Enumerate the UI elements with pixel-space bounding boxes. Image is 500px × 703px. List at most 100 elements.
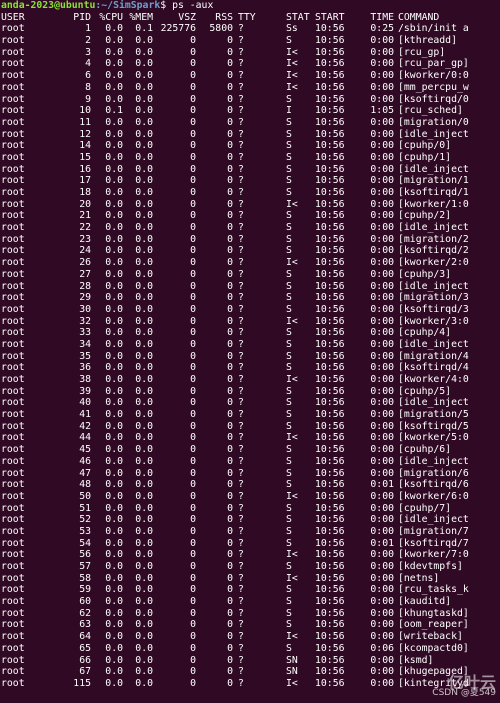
cell-stat: I< [286, 70, 298, 82]
cell-start: 10:56 [315, 338, 345, 350]
cell-start: 10:56 [315, 350, 345, 362]
cell-vsz: 0 [190, 596, 196, 608]
cell-stat: S [286, 292, 292, 304]
cell-command: [ksoftirqd/4 [398, 362, 469, 374]
cell-rss: 0 [227, 233, 233, 245]
cell-rss: 0 [227, 619, 233, 631]
cell-pid: 24 [79, 245, 91, 257]
cell-rss: 0 [227, 151, 233, 163]
cell-mem: 0.0 [135, 268, 153, 280]
cell-mem: 0.0 [135, 338, 153, 350]
cell-mem: 0.1 [135, 23, 153, 35]
cell-stat: I< [286, 631, 298, 643]
cell-rss: 0 [227, 596, 233, 608]
cell-tty: ? [238, 163, 244, 175]
cell-mem: 0.0 [135, 420, 153, 432]
cell-vsz: 0 [190, 432, 196, 444]
cell-time: 0:00 [370, 210, 394, 222]
cell-time: 0:00 [370, 362, 394, 374]
cell-mem: 0.0 [135, 58, 153, 70]
process-row: root 2 0.0 0.0 0 0? S 10:56 0:00 [kthreadd] [1, 35, 500, 47]
cell-start: 10:56 [315, 467, 345, 479]
cell-time: 0:00 [370, 116, 394, 128]
cell-vsz: 0 [190, 490, 196, 502]
cell-vsz: 0 [190, 210, 196, 222]
cell-start: 10:56 [315, 561, 345, 572]
cell-mem: 0.0 [135, 315, 153, 327]
cell-stat: S [286, 455, 292, 467]
terminal-window[interactable]: anda-2023@ubuntu:~/SimSpark $ ps -aux USE… [0, 0, 500, 703]
cell-vsz: 0 [190, 175, 196, 187]
cell-command: [ksmd] [398, 654, 434, 666]
cell-start: 10:56 [315, 537, 345, 549]
cell-vsz: 0 [190, 502, 196, 514]
cell-mem: 0.0 [135, 198, 153, 210]
cell-mem: 0.0 [135, 467, 153, 479]
cell-pid: 45 [79, 444, 91, 456]
cell-command: [idle_inject [398, 280, 469, 292]
header-pid: PID [73, 11, 91, 23]
cell-vsz: 0 [190, 642, 196, 654]
cell-pid: 8 [85, 81, 91, 93]
cell-tty: ? [238, 642, 244, 654]
process-row: root 47 0.0 0.0 0 0? S 10:56 0:00 [migration/6 [1, 468, 500, 480]
cell-rss: 0 [227, 128, 233, 140]
cell-command: [migration/5 [398, 409, 469, 421]
cell-pid: 18 [79, 187, 91, 198]
cell-start: 10:56 [315, 210, 345, 222]
cell-tty: ? [238, 222, 244, 234]
process-row: root 50 0.0 0.0 0 0? I< 10:56 0:00 [kworker/6:0 [1, 491, 500, 503]
cell-user: root [1, 654, 25, 666]
cell-stat: S [286, 479, 292, 491]
header-stat: STAT [286, 11, 310, 23]
cell-user: root [1, 58, 25, 70]
cell-tty: ? [238, 631, 244, 643]
cell-cpu: 0.0 [105, 502, 123, 514]
cell-time: 0:00 [370, 70, 394, 82]
cell-tty: ? [238, 537, 244, 549]
cell-time: 0:00 [370, 444, 394, 456]
process-row: root 54 0.0 0.0 0 0? S 10:56 0:01 [ksoftirqd/7 [1, 538, 500, 550]
cell-start: 10:56 [315, 140, 345, 152]
cell-user: root [1, 642, 25, 654]
cell-rss: 0 [227, 584, 233, 596]
cell-command: [idle_inject [398, 128, 469, 140]
cell-user: root [1, 338, 25, 350]
cell-rss: 0 [227, 268, 233, 280]
cell-vsz: 0 [190, 525, 196, 537]
cell-vsz: 0 [190, 654, 196, 666]
cell-command: [migration/6 [398, 467, 469, 479]
process-row: root 46 0.0 0.0 0 0? S 10:56 0:00 [idle_inject [1, 456, 500, 468]
process-row: root 39 0.0 0.0 0 0? S 10:56 0:00 [cpuhp/5] [1, 386, 500, 398]
cell-user: root [1, 514, 25, 526]
cell-cpu: 0.0 [105, 257, 123, 269]
cell-pid: 33 [79, 327, 91, 339]
cell-time: 0:00 [370, 525, 394, 537]
cell-tty: ? [238, 128, 244, 140]
watermark: 亿叶云 CSDN @夏549 [432, 675, 496, 699]
cell-pid: 22 [79, 222, 91, 234]
cell-cpu: 0.0 [105, 572, 123, 584]
cell-cpu: 0.0 [105, 642, 123, 654]
cell-time: 0:00 [370, 292, 394, 304]
cell-mem: 0.0 [135, 537, 153, 549]
cell-stat: S [286, 245, 292, 257]
cell-tty: ? [238, 362, 244, 374]
cell-rss: 0 [227, 502, 233, 514]
cell-time: 0:00 [370, 245, 394, 257]
cell-start: 10:56 [315, 222, 345, 234]
cell-start: 10:56 [315, 572, 345, 584]
cell-user: root [1, 163, 25, 175]
cell-mem: 0.0 [135, 596, 153, 608]
cell-start: 10:56 [315, 70, 345, 82]
cell-stat: I< [286, 374, 298, 385]
cell-vsz: 0 [190, 315, 196, 327]
cell-time: 0:00 [370, 514, 394, 526]
cell-rss: 0 [227, 537, 233, 549]
cell-mem: 0.0 [135, 385, 153, 397]
process-row: root 53 0.0 0.0 0 0? S 10:56 0:00 [migration/7 [1, 526, 500, 538]
cell-cpu: 0.0 [105, 23, 123, 35]
cell-pid: 15 [79, 151, 91, 163]
cell-user: root [1, 362, 25, 374]
cell-cpu: 0.0 [105, 93, 123, 105]
